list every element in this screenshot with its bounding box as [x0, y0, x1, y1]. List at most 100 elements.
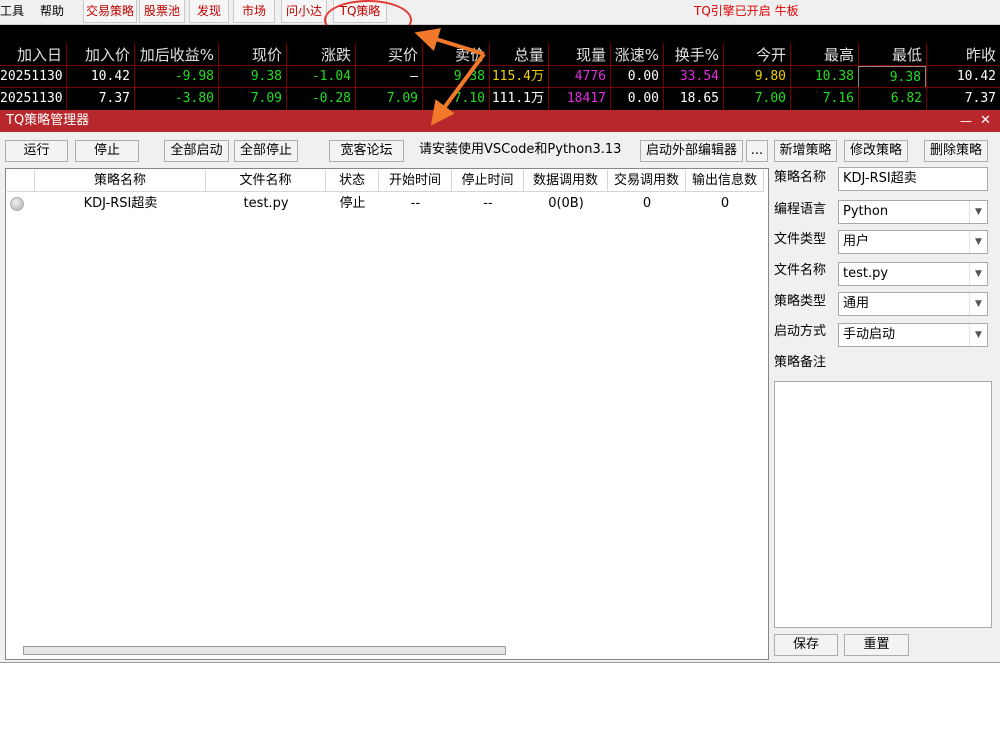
quote-cell[interactable]: -0.28 — [286, 88, 355, 110]
add-strategy-button[interactable]: 新增策略 — [774, 140, 837, 162]
grid-header-start-time[interactable]: 开始时间 — [379, 170, 452, 192]
quote-cell[interactable]: 7.37 — [66, 88, 134, 110]
grid-header-output-count[interactable]: 输出信息数 — [686, 170, 764, 192]
grid-header-data-calls[interactable]: 数据调用数 — [524, 170, 608, 192]
quote-cell[interactable]: – — [355, 66, 422, 88]
horizontal-scrollbar[interactable] — [23, 646, 506, 655]
quote-header-cell[interactable]: 卖价 — [422, 44, 489, 66]
quote-cell[interactable]: 20251130 — [0, 88, 66, 110]
more-button[interactable]: ... — [746, 140, 768, 162]
quote-header-cell[interactable]: 今开 — [723, 44, 790, 66]
strategy-type-select[interactable]: 通用 ▼ — [838, 292, 988, 316]
tab-market[interactable]: 市场 — [233, 0, 275, 23]
chevron-down-icon[interactable]: ▼ — [969, 231, 987, 253]
grid-header-stop-time[interactable]: 停止时间 — [452, 170, 524, 192]
quote-cell[interactable]: 9.38 — [422, 66, 489, 88]
quote-header-cell[interactable]: 现价 — [218, 44, 286, 66]
quote-cell[interactable]: 0.00 — [610, 66, 663, 88]
quote-row-line — [0, 65, 1000, 66]
file-name-value: test.py — [843, 266, 889, 281]
menu-help[interactable]: 帮助 — [40, 0, 64, 24]
dialog-title: TQ策略管理器 — [6, 113, 90, 128]
quote-cell[interactable]: 33.54 — [663, 66, 723, 88]
quote-cell[interactable]: 10.38 — [790, 66, 858, 88]
start-all-button[interactable]: 全部启动 — [164, 140, 229, 162]
quote-header-cell[interactable]: 加入日 — [0, 44, 66, 66]
quote-header-cell[interactable]: 总量 — [489, 44, 548, 66]
quote-cell[interactable]: 18417 — [548, 88, 610, 110]
quote-header-cell[interactable]: 涨速% — [610, 44, 663, 66]
start-mode-select[interactable]: 手动启动 ▼ — [838, 323, 988, 347]
quote-cell[interactable]: 4776 — [548, 66, 610, 88]
quote-cell[interactable]: 20251130 — [0, 66, 66, 88]
row-start-time: -- — [410, 196, 421, 211]
language-select[interactable]: Python ▼ — [838, 200, 988, 224]
quote-cell[interactable]: -1.04 — [286, 66, 355, 88]
grid-header-trade-calls[interactable]: 交易调用数 — [608, 170, 686, 192]
stop-button[interactable]: 停止 — [75, 140, 139, 162]
tab-stock-pool[interactable]: 股票池 — [139, 0, 185, 23]
quote-cell[interactable]: 7.16 — [790, 88, 858, 110]
quote-cell[interactable]: -3.80 — [134, 88, 218, 110]
stop-all-button[interactable]: 全部停止 — [234, 140, 298, 162]
quote-cell[interactable]: -9.98 — [134, 66, 218, 88]
row-trade-calls: 0 — [642, 196, 652, 211]
quote-cell[interactable]: 7.37 — [926, 88, 1000, 110]
quote-header-cell[interactable]: 昨收 — [926, 44, 1000, 66]
quote-header-cell[interactable]: 现量 — [548, 44, 610, 66]
quote-cell[interactable]: 111.1万 — [489, 88, 548, 110]
quote-cell[interactable]: 9.80 — [723, 66, 790, 88]
quote-cell[interactable]: 10.42 — [66, 66, 134, 88]
minimize-icon[interactable]: — — [960, 110, 972, 132]
tab-trading-strategy[interactable]: 交易策略 — [83, 0, 137, 23]
launch-editor-button[interactable]: 启动外部编辑器 — [640, 140, 743, 162]
chevron-down-icon[interactable]: ▼ — [969, 263, 987, 285]
grid-header-name[interactable]: 策略名称 — [35, 170, 206, 192]
quote-cell[interactable]: 7.10 — [422, 88, 489, 110]
grid-header-blank — [7, 170, 35, 192]
quote-cell[interactable]: 10.42 — [926, 66, 1000, 88]
menu-bar: 工具 帮助 交易策略 股票池 发现 市场 问小达 TQ策略 TQ引擎已开启 牛板 — [0, 0, 1000, 25]
forum-button[interactable]: 宽客论坛 — [329, 140, 404, 162]
quote-cell[interactable]: 7.00 — [723, 88, 790, 110]
quote-header-cell[interactable]: 最高 — [790, 44, 858, 66]
chevron-down-icon[interactable]: ▼ — [969, 293, 987, 315]
edit-strategy-button[interactable]: 修改策略 — [844, 140, 908, 162]
row-status: 停止 — [339, 196, 366, 211]
quote-header-cell[interactable]: 涨跌 — [286, 44, 355, 66]
quote-cell[interactable]: 115.4万 — [489, 66, 548, 88]
quote-cell[interactable]: 6.82 — [858, 88, 926, 110]
quote-header-cell[interactable]: 加后收益% — [134, 44, 218, 66]
quote-cell[interactable]: 9.38 — [218, 66, 286, 88]
quote-header-cell[interactable]: 换手% — [663, 44, 723, 66]
close-icon[interactable]: ✕ — [980, 110, 991, 132]
quote-row-line — [0, 87, 1000, 88]
file-name-select[interactable]: test.py ▼ — [838, 262, 988, 286]
quote-cell[interactable]: 7.09 — [355, 88, 422, 110]
quote-cell[interactable]: 9.38 — [858, 66, 926, 88]
file-type-select[interactable]: 用户 ▼ — [838, 230, 988, 254]
quote-header-cell[interactable]: 加入价 — [66, 44, 134, 66]
remark-textarea[interactable] — [774, 381, 992, 628]
run-button[interactable]: 运行 — [5, 140, 68, 162]
table-row[interactable]: KDJ-RSI超卖 test.py 停止 -- -- 0(0B) 0 0 — [6, 193, 768, 215]
chevron-down-icon[interactable]: ▼ — [969, 201, 987, 223]
tab-wenxiaoda[interactable]: 问小达 — [281, 0, 327, 23]
reset-button[interactable]: 重置 — [844, 634, 909, 656]
grid-header-status[interactable]: 状态 — [326, 170, 379, 192]
menu-tools[interactable]: 工具 — [0, 0, 24, 24]
row-output-count: 0 — [720, 196, 730, 211]
tab-discover[interactable]: 发现 — [189, 0, 229, 23]
quote-cell[interactable]: 18.65 — [663, 88, 723, 110]
delete-strategy-button[interactable]: 删除策略 — [924, 140, 988, 162]
save-button[interactable]: 保存 — [774, 634, 838, 656]
quote-header-cell[interactable]: 买价 — [355, 44, 422, 66]
strategy-name-field[interactable]: KDJ-RSI超卖 — [838, 167, 988, 191]
strategy-list: 策略名称 文件名称 状态 开始时间 停止时间 数据调用数 交易调用数 输出信息数… — [5, 168, 769, 660]
quote-header-cell[interactable]: 最低 — [858, 44, 926, 66]
chevron-down-icon[interactable]: ▼ — [969, 324, 987, 346]
quote-cell[interactable]: 7.09 — [218, 88, 286, 110]
quote-cell[interactable]: 0.00 — [610, 88, 663, 110]
grid-header-file[interactable]: 文件名称 — [206, 170, 326, 192]
row-file-name: test.py — [243, 196, 289, 211]
